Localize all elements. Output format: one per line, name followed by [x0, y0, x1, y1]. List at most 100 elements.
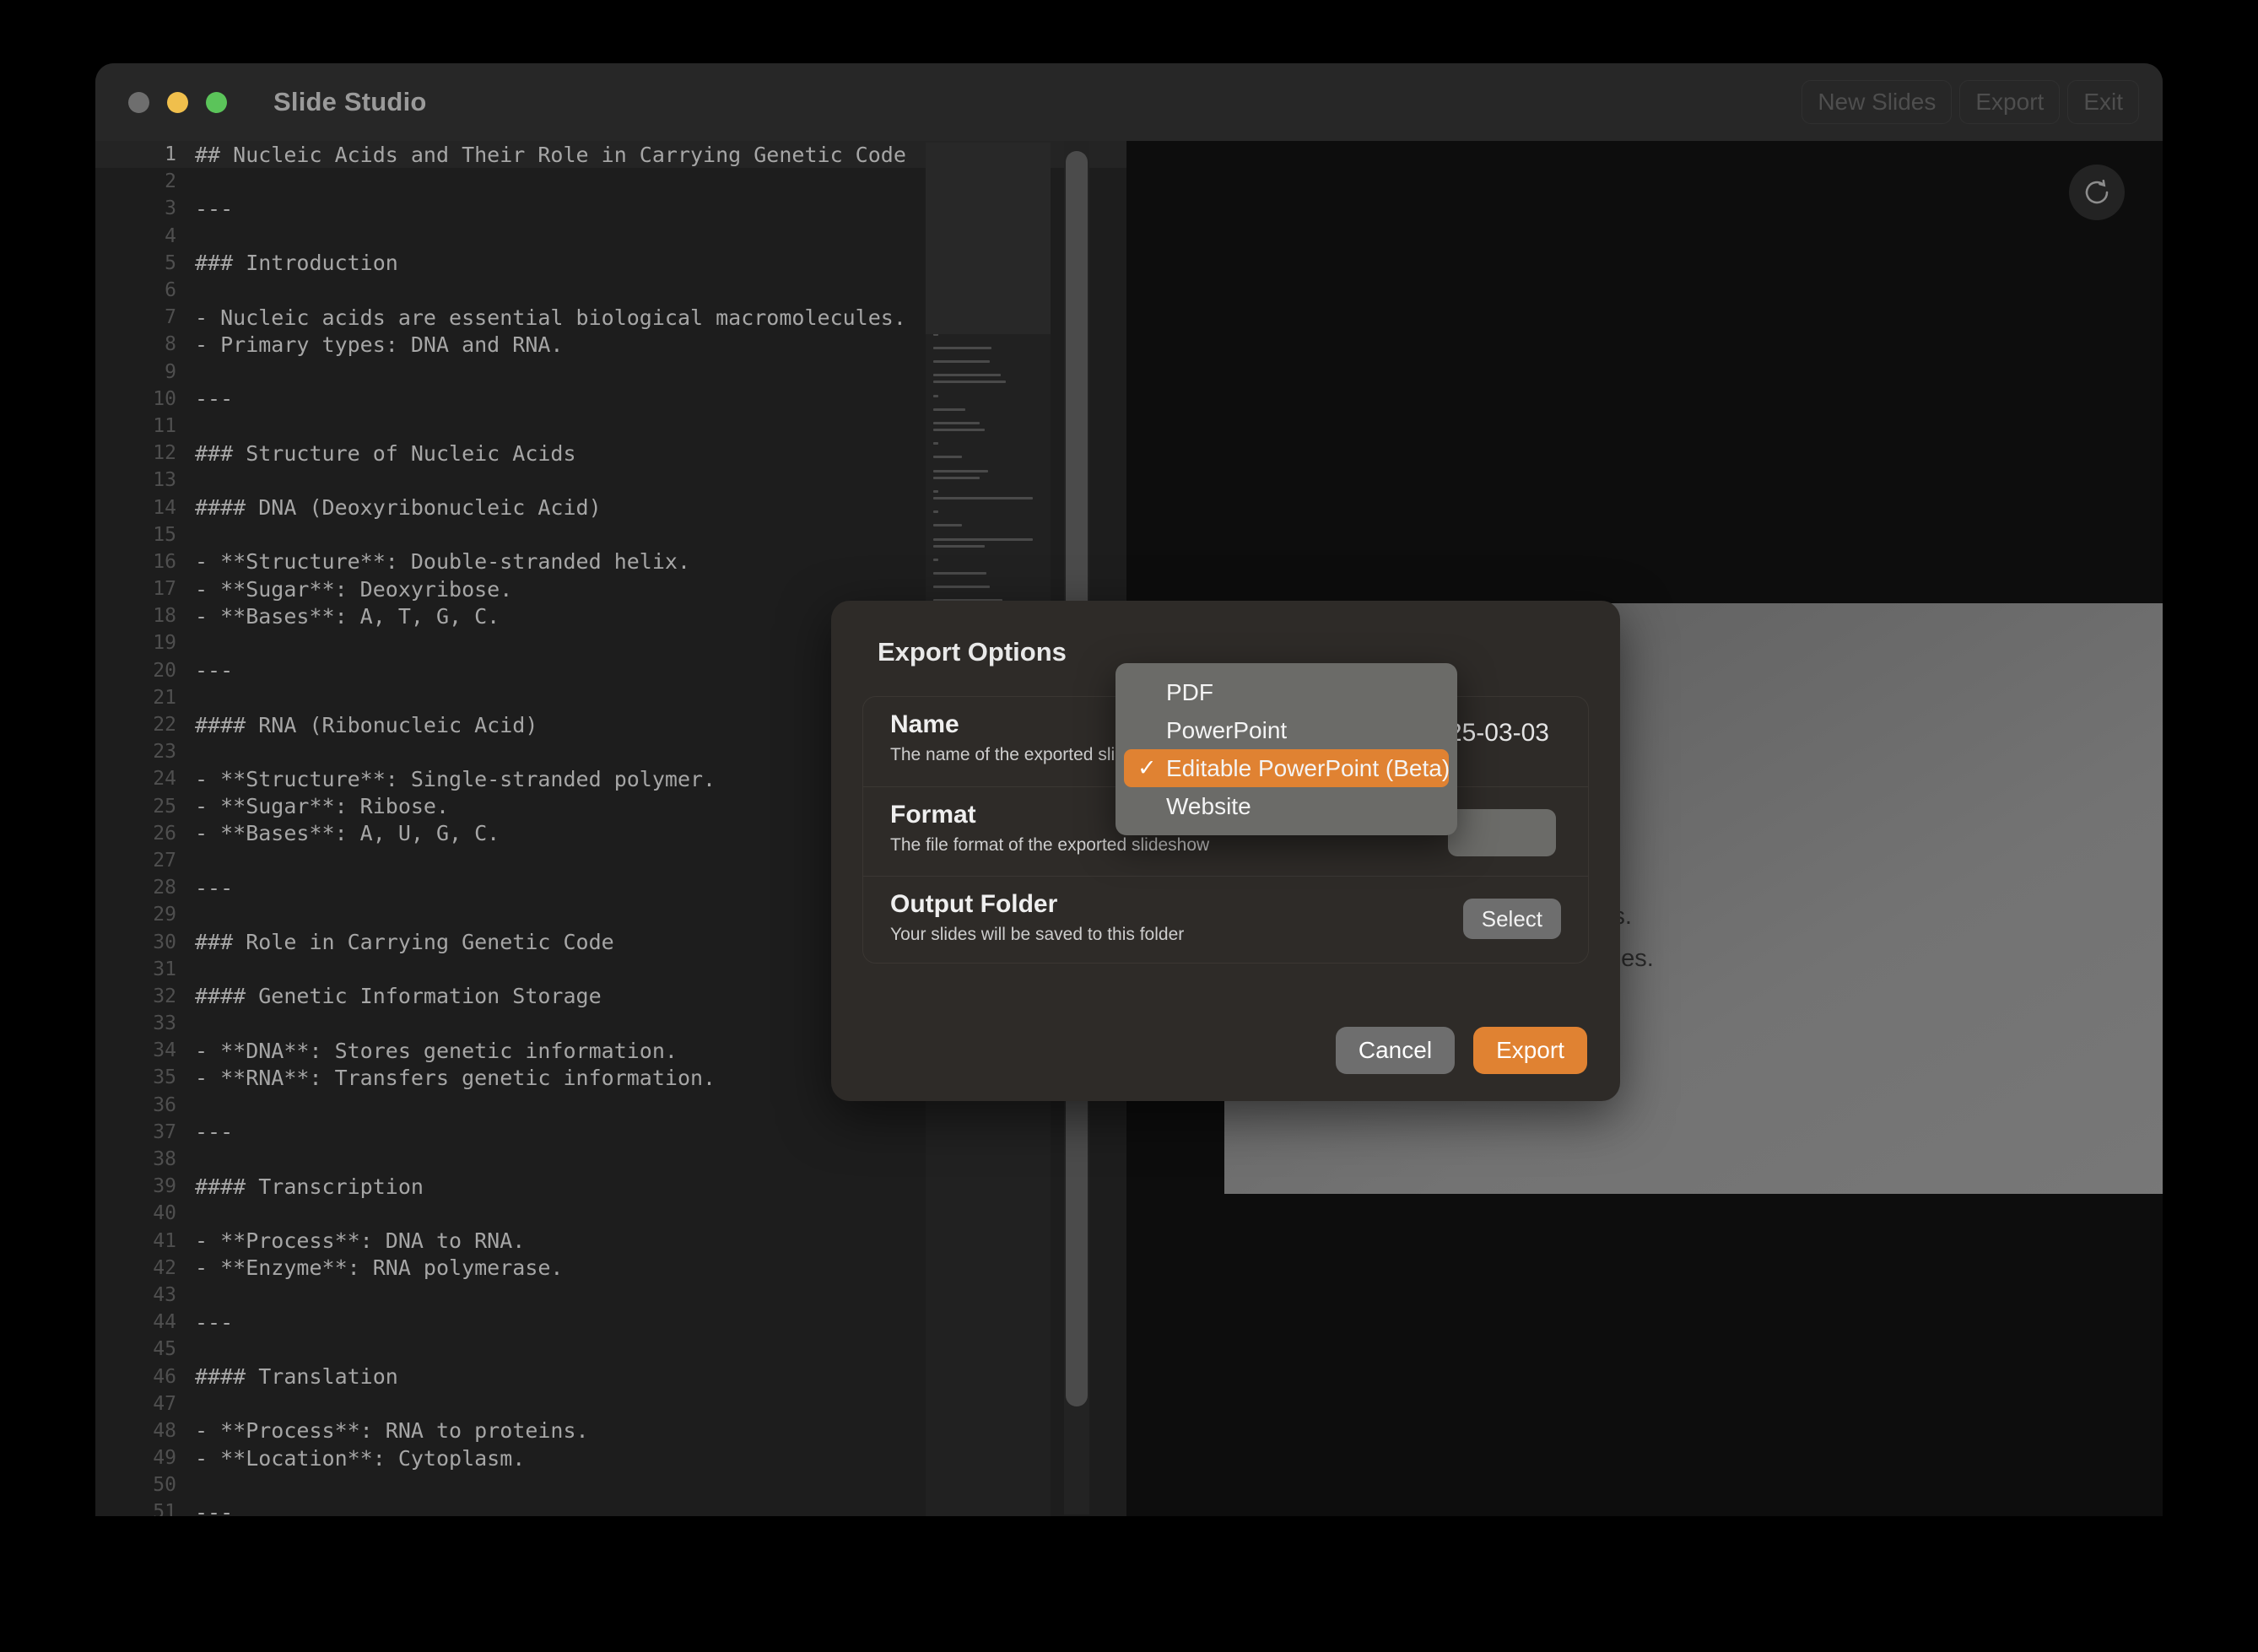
line-number: 4 [165, 224, 176, 247]
line-text: #### Transcription [195, 1174, 424, 1199]
minimap-bar [933, 360, 991, 364]
line-text: ### Structure of Nucleic Acids [195, 440, 576, 466]
line-number: 49 [153, 1447, 176, 1470]
line-number: 13 [153, 469, 176, 492]
output-folder-label: Output Folder [890, 890, 1058, 918]
line-number: 43 [153, 1283, 176, 1306]
minimap-bar [933, 442, 939, 445]
line-text: ### Role in Carrying Genetic Code [195, 930, 614, 955]
traffic-light-group [128, 91, 227, 113]
close-button-icon[interactable] [128, 91, 149, 113]
line-text: - **Bases**: A, U, G, C. [195, 821, 500, 846]
format-select[interactable] [1448, 809, 1556, 856]
minimap-viewport[interactable] [926, 143, 1051, 335]
line-number: 7 [165, 306, 176, 329]
name-label: Name [890, 710, 959, 738]
line-number: 39 [153, 1175, 176, 1198]
minimap-bar [933, 476, 980, 479]
line-number: 17 [153, 578, 176, 601]
app-title: Slide Studio [273, 87, 427, 116]
minimap-line [926, 580, 1051, 589]
line-number: 9 [165, 360, 176, 383]
line-text: --- [195, 386, 234, 412]
line-text: - **Bases**: A, T, G, C. [195, 603, 500, 629]
minimap-line [926, 402, 1051, 411]
line-number: 8 [165, 333, 176, 356]
line-number: 24 [153, 768, 176, 791]
dropdown-option-label: PowerPoint [1166, 716, 1288, 743]
format-dropdown-menu[interactable]: PDF PowerPoint ✓ Editable PowerPoint (Beta)… [1115, 663, 1457, 835]
exit-button[interactable]: Exit [2067, 80, 2139, 124]
line-number: 23 [153, 741, 176, 764]
screen: Slide Studio New Slides Export Exit 1 ## … [0, 0, 2258, 1652]
minimize-button-icon[interactable] [167, 91, 188, 113]
line-number: 22 [153, 714, 176, 737]
line-text: --- [195, 1499, 234, 1516]
line-text: --- [195, 658, 234, 683]
line-text: - **RNA**: Transfers genetic information… [195, 1065, 716, 1090]
minimap-line [926, 368, 1051, 377]
new-slides-button[interactable]: New Slides [1802, 80, 1953, 124]
dialog-actions: Cancel Export [1335, 1027, 1587, 1074]
line-text: ### Introduction [195, 251, 398, 276]
line-text: --- [195, 196, 234, 221]
line-number: 1 [165, 143, 176, 166]
minimap-line [926, 334, 1051, 341]
minimap-bar [933, 544, 985, 548]
minimap-line [926, 511, 1051, 518]
line-number: 44 [153, 1311, 176, 1334]
line-text: - **Sugar**: Deoxyribose. [195, 576, 513, 602]
line-number: 18 [153, 605, 176, 628]
line-number: 12 [153, 442, 176, 465]
line-text: ## Nucleic Acids and Their Role in Carry… [195, 142, 906, 167]
select-folder-button[interactable]: Select [1462, 899, 1561, 939]
line-number: 28 [153, 877, 176, 899]
check-icon: ✓ [1137, 755, 1157, 780]
line-number: 51 [153, 1501, 176, 1516]
minimap-bar [933, 572, 986, 575]
minimap-line [926, 436, 1051, 445]
cancel-button[interactable]: Cancel [1335, 1027, 1456, 1074]
line-text: - Primary types: DNA and RNA. [195, 332, 564, 357]
line-text: #### RNA (Ribonucleic Acid) [195, 712, 538, 737]
minimap-line [926, 463, 1051, 472]
line-number: 34 [153, 1039, 176, 1062]
line-number: 21 [153, 686, 176, 709]
line-number: 11 [153, 414, 176, 437]
minimap-bar [933, 510, 939, 514]
dropdown-option[interactable]: PDF [1124, 673, 1449, 711]
maximize-button-icon[interactable] [206, 91, 227, 113]
minimap-line [926, 341, 1051, 349]
dropdown-option[interactable]: Website [1124, 787, 1449, 825]
minimap-line [926, 593, 1051, 602]
dropdown-option-label: Editable PowerPoint (Beta) [1166, 754, 1450, 781]
minimap-line [926, 491, 1051, 500]
minimap-line [926, 450, 1051, 459]
line-number: 38 [153, 1148, 176, 1171]
line-text: - **DNA**: Stores genetic information. [195, 1038, 678, 1063]
dropdown-option-label: PDF [1166, 678, 1213, 705]
dropdown-option[interactable]: PowerPoint [1124, 711, 1449, 749]
minimap-bar [933, 524, 962, 527]
line-text: --- [195, 1309, 234, 1335]
line-number: 26 [153, 822, 176, 845]
line-number: 37 [153, 1120, 176, 1143]
output-folder-row: Output Folder Your slides will be saved … [863, 876, 1588, 964]
format-label: Format [890, 801, 976, 829]
export-button[interactable]: Export [1959, 80, 2061, 124]
dropdown-option-label: Website [1166, 792, 1251, 819]
line-text: - Nucleic acids are essential biological… [195, 305, 906, 330]
line-number: 14 [153, 496, 176, 519]
line-number: 31 [153, 958, 176, 980]
minimap-bar [933, 346, 992, 349]
line-text: --- [195, 875, 234, 900]
refresh-icon[interactable] [2069, 165, 2125, 220]
line-number: 15 [153, 523, 176, 546]
export-confirm-button[interactable]: Export [1473, 1027, 1587, 1074]
dialog-title: Export Options [878, 637, 1067, 667]
title-bar: Slide Studio New Slides Export Exit [95, 63, 2163, 141]
line-number: 19 [153, 632, 176, 655]
line-number: 45 [153, 1338, 176, 1361]
line-text: - **Sugar**: Ribose. [195, 794, 450, 819]
dropdown-option[interactable]: ✓ Editable PowerPoint (Beta) [1124, 749, 1450, 787]
